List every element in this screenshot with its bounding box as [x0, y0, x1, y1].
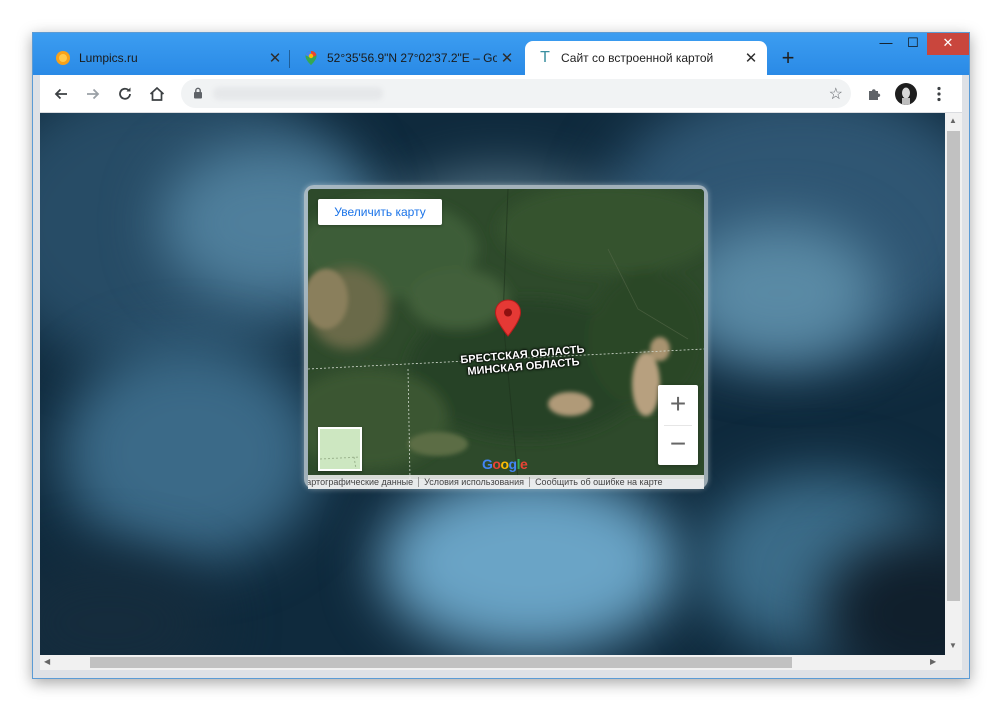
map-thumbnail-icon: [319, 456, 361, 470]
extensions-button[interactable]: [862, 81, 888, 107]
back-arrow-icon: [54, 88, 67, 100]
terms-link[interactable]: Условия использования: [418, 477, 529, 487]
tab-title: 52°35'56.9"N 27°02'37.2"E – Goo: [327, 51, 497, 65]
scroll-right-icon[interactable]: ▶: [930, 657, 936, 666]
scroll-down-icon[interactable]: ▼: [949, 641, 957, 650]
menu-button[interactable]: [926, 81, 952, 107]
avatar-icon: [902, 87, 910, 105]
horizontal-scrollbar[interactable]: ◀ ▶: [40, 655, 962, 670]
home-icon: [149, 86, 165, 101]
scroll-left-icon[interactable]: ◀: [44, 657, 50, 666]
minimize-button[interactable]: —: [873, 33, 899, 55]
vertical-scroll-thumb[interactable]: [947, 131, 960, 601]
background-blur: [60, 343, 320, 563]
tab-close-icon[interactable]: ✕: [265, 49, 285, 67]
zoom-out-button[interactable]: −: [658, 425, 698, 465]
vertical-scrollbar[interactable]: ▲ ▼: [945, 113, 962, 655]
maximize-button[interactable]: ☐: [899, 33, 927, 55]
map-data-link[interactable]: Картографические данные: [308, 477, 418, 487]
tab-close-icon[interactable]: ✕: [741, 49, 761, 67]
scroll-up-icon[interactable]: ▲: [949, 116, 957, 125]
satellite-map[interactable]: БРЕСТСКАЯ ОБЛАСТЬ МИНСКАЯ ОБЛАСТЬ Увелич…: [308, 189, 704, 479]
address-text: [213, 87, 383, 100]
background-blur: [40, 553, 220, 655]
address-bar[interactable]: ☆: [181, 79, 851, 108]
lock-icon: [194, 87, 202, 99]
profile-avatar[interactable]: [895, 83, 917, 105]
browser-toolbar: ☆: [40, 75, 962, 113]
star-icon[interactable]: ☆: [829, 84, 843, 104]
three-dots-icon: [937, 86, 941, 102]
background-blur: [680, 223, 880, 363]
tab-embedded-map-site[interactable]: T Сайт со встроенной картой ✕: [525, 41, 767, 75]
forward-button[interactable]: [80, 81, 106, 107]
map-type-toggle[interactable]: [318, 427, 362, 471]
reload-icon: [119, 87, 131, 100]
orange-circle-icon: [56, 51, 70, 65]
tab-google-maps[interactable]: 52°35'56.9"N 27°02'37.2"E – Goo ✕: [291, 41, 523, 75]
home-button[interactable]: [144, 81, 170, 107]
background-blur: [380, 473, 680, 653]
tab-title: Lumpics.ru: [79, 51, 138, 65]
map-footer: Картографические данные Условия использо…: [308, 475, 704, 489]
tab-separator: [289, 50, 290, 68]
window-close-button[interactable]: ✕: [927, 33, 969, 55]
tab-title: Сайт со встроенной картой: [561, 51, 714, 65]
new-tab-button[interactable]: +: [774, 47, 802, 71]
text-T-icon: T: [540, 49, 550, 66]
tab-strip: Lumpics.ru ✕ 52°35'56.9"N 27°02'37.2"E –…: [33, 33, 969, 75]
tab-close-icon[interactable]: ✕: [497, 49, 517, 67]
location-pin-icon[interactable]: [494, 299, 522, 337]
zoom-control: + −: [658, 385, 698, 465]
tab-lumpics[interactable]: Lumpics.ru ✕: [43, 41, 291, 75]
horizontal-scroll-thumb[interactable]: [90, 657, 792, 668]
back-button[interactable]: [48, 81, 74, 107]
enlarge-map-button[interactable]: Увеличить карту: [318, 199, 442, 225]
zoom-in-button[interactable]: +: [658, 385, 698, 425]
forward-arrow-icon: [87, 88, 100, 100]
google-logo: Google: [482, 456, 528, 472]
browser-window: Lumpics.ru ✕ 52°35'56.9"N 27°02'37.2"E –…: [32, 32, 970, 679]
reload-button[interactable]: [112, 81, 138, 107]
report-error-link[interactable]: Сообщить об ошибке на карте: [529, 477, 667, 487]
embedded-map-frame: БРЕСТСКАЯ ОБЛАСТЬ МИНСКАЯ ОБЛАСТЬ Увелич…: [304, 185, 708, 489]
puzzle-icon: [869, 89, 881, 100]
google-maps-pin-icon: [305, 51, 317, 65]
